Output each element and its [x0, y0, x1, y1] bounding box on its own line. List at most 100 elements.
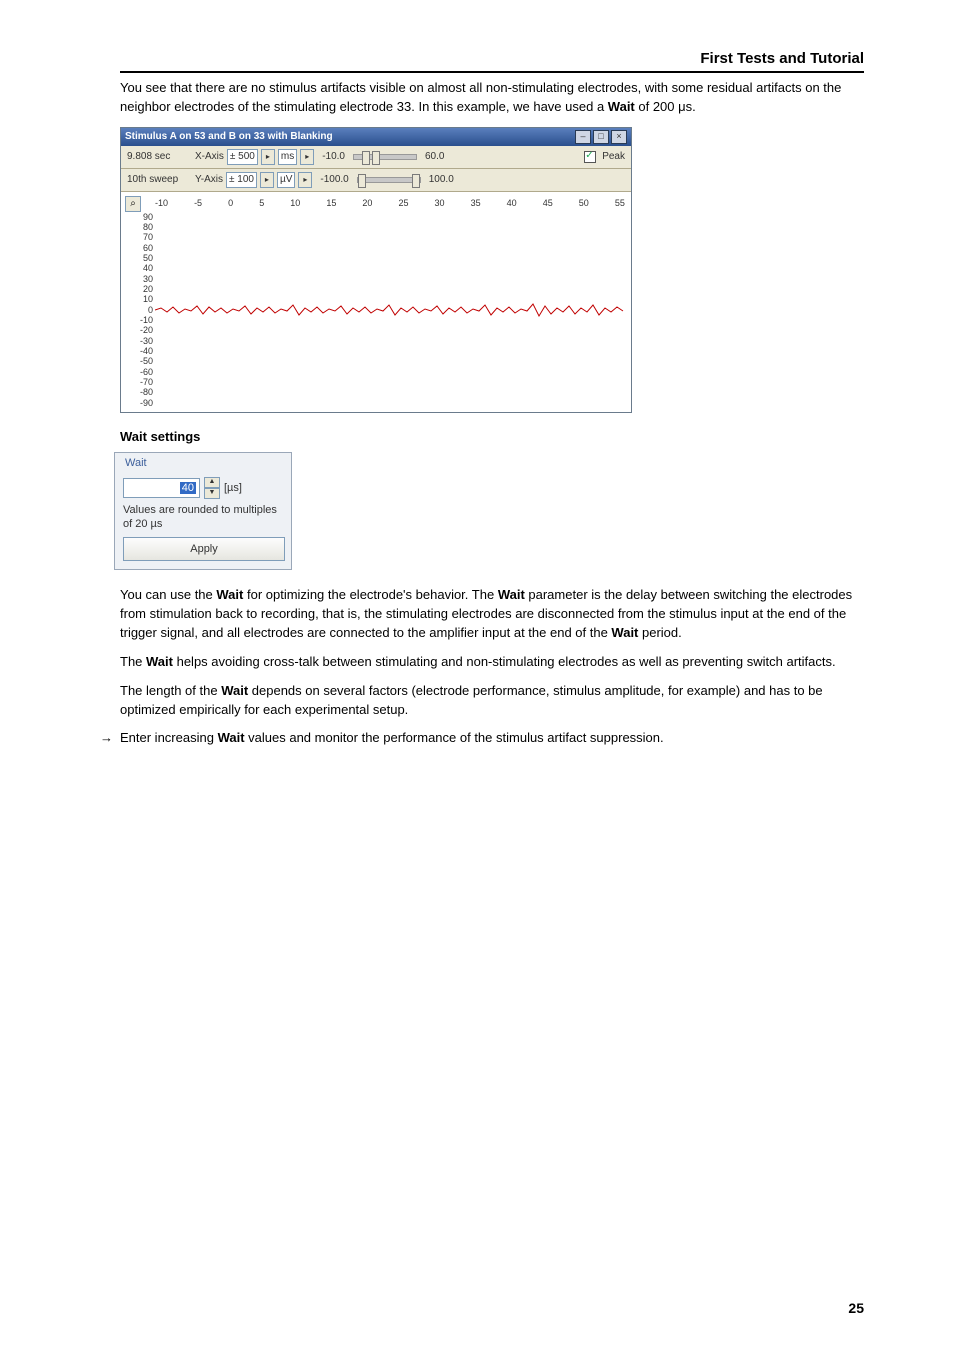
instruction-bullet: → Enter increasing Wait values and monit… [100, 729, 864, 748]
t: The length of the [120, 683, 221, 698]
t: Wait [216, 587, 243, 602]
ytick: 20 [129, 284, 153, 294]
intro-text-c: of 200 μs. [635, 99, 696, 114]
ytick: -90 [129, 398, 153, 408]
xaxis-value-field[interactable]: ± 500 [227, 149, 258, 165]
waveform-trace [155, 212, 625, 408]
t: for optimizing the electrode's behavior.… [243, 587, 497, 602]
t: You can use the [120, 587, 216, 602]
xaxis-range-slider[interactable] [353, 154, 417, 160]
zoom-icon[interactable]: ⌕ [125, 196, 141, 212]
plot-yaxis-ticks: 90 80 70 60 50 40 30 20 10 0 -10 -20 -30… [129, 212, 153, 408]
yaxis-value-field[interactable]: ± 100 [226, 172, 257, 188]
xtick: 25 [398, 198, 408, 212]
ytick: -70 [129, 377, 153, 387]
yaxis-range-slider[interactable] [357, 177, 421, 183]
wait-legend: Wait [125, 457, 283, 469]
t: Wait [221, 683, 248, 698]
wait-spinner[interactable]: ▲▼ [204, 477, 220, 499]
wait-settings-panel: Wait 40 ▲▼ [µs] Values are rounded to mu… [114, 452, 292, 571]
ytick: -60 [129, 367, 153, 377]
toolbar-row-2: 10th sweep Y-Axis ± 100 ▸ µV ▸ -100.0 10… [121, 169, 631, 192]
xtick: 55 [615, 198, 625, 212]
wait-value-input[interactable]: 40 [123, 478, 200, 498]
ytick: -10 [129, 315, 153, 325]
spinner-up-icon[interactable]: ▲ [204, 477, 220, 488]
xslider-right-value: 60.0 [425, 151, 444, 162]
header-rule [120, 71, 864, 73]
ytick: 60 [129, 243, 153, 253]
t: Enter increasing [120, 730, 218, 745]
arrow-icon: → [100, 729, 120, 748]
yaxis-unit-field[interactable]: µV [277, 172, 295, 188]
t: Wait [611, 625, 638, 640]
ytick: -20 [129, 325, 153, 335]
intro-wait-word: Wait [608, 99, 635, 114]
xtick: 30 [435, 198, 445, 212]
intro-text-a: You see that there are no stimulus artif… [120, 80, 841, 114]
ytick: 90 [129, 212, 153, 222]
apply-button[interactable]: Apply [123, 537, 285, 561]
t: Wait [146, 654, 173, 669]
xtick: 40 [507, 198, 517, 212]
yslider-left-value: -100.0 [320, 174, 348, 185]
yaxis-unit-stepper-icon[interactable]: ▸ [298, 172, 312, 188]
peak-label: Peak [602, 151, 625, 162]
ytick: -30 [129, 336, 153, 346]
t: Wait [218, 730, 245, 745]
yaxis-stepper-icon[interactable]: ▸ [260, 172, 274, 188]
t: period. [638, 625, 681, 640]
body-p2: You can use the Wait for optimizing the … [120, 586, 864, 643]
t: Wait [498, 587, 525, 602]
peak-checkbox[interactable]: ✓ [584, 151, 596, 163]
page-number: 25 [848, 1300, 864, 1316]
xslider-left-value: -10.0 [322, 151, 345, 162]
ytick: -80 [129, 387, 153, 397]
xtick: -10 [155, 198, 168, 212]
maximize-icon[interactable]: □ [593, 130, 609, 144]
spinner-down-icon[interactable]: ▼ [204, 488, 220, 499]
xtick: 50 [579, 198, 589, 212]
page-header: First Tests and Tutorial [120, 50, 864, 67]
screenshot-window: Stimulus A on 53 and B on 33 with Blanki… [120, 127, 632, 413]
xtick: 15 [326, 198, 336, 212]
window-title: Stimulus A on 53 and B on 33 with Blanki… [125, 131, 573, 142]
xtick: 0 [228, 198, 233, 212]
xtick: 35 [471, 198, 481, 212]
xtick: 20 [362, 198, 372, 212]
xaxis-label: X-Axis [195, 151, 224, 162]
ytick: 10 [129, 294, 153, 304]
xaxis-stepper-icon[interactable]: ▸ [261, 149, 275, 165]
close-icon[interactable]: × [611, 130, 627, 144]
wait-settings-heading: Wait settings [120, 429, 864, 444]
plot-xaxis-ticks: -10 -5 0 5 10 15 20 25 30 35 40 45 50 55 [155, 198, 625, 212]
ytick: -50 [129, 356, 153, 366]
body-p3: The Wait helps avoiding cross-talk betwe… [120, 653, 864, 672]
yaxis-label: Y-Axis [195, 174, 223, 185]
ytick: 80 [129, 222, 153, 232]
t: helps avoiding cross-talk between stimul… [173, 654, 836, 669]
time-readout: 9.808 sec [127, 151, 187, 162]
ytick: 70 [129, 232, 153, 242]
sweep-readout: 10th sweep [127, 174, 187, 185]
ytick: 30 [129, 274, 153, 284]
xaxis-unit-stepper-icon[interactable]: ▸ [300, 149, 314, 165]
yslider-right-value: 100.0 [429, 174, 454, 185]
intro-paragraph: You see that there are no stimulus artif… [120, 79, 864, 117]
ytick: 0 [129, 305, 153, 315]
t: values and monitor the performance of th… [245, 730, 664, 745]
xtick: 10 [290, 198, 300, 212]
xaxis-unit-field[interactable]: ms [278, 149, 297, 165]
body-p4: The length of the Wait depends on severa… [120, 682, 864, 720]
wait-note: Values are rounded to multiples of 20 µs [123, 503, 283, 532]
ytick: 40 [129, 263, 153, 273]
ytick: 50 [129, 253, 153, 263]
t: The [120, 654, 146, 669]
toolbar-row-1: 9.808 sec X-Axis ± 500 ▸ ms ▸ -10.0 60.0… [121, 146, 631, 169]
xtick: 5 [259, 198, 264, 212]
xtick: 45 [543, 198, 553, 212]
minimize-icon[interactable]: – [575, 130, 591, 144]
plot-area: ⌕ -10 -5 0 5 10 15 20 25 30 35 40 45 50 … [121, 192, 631, 412]
ytick: -40 [129, 346, 153, 356]
wait-unit-label: [µs] [224, 482, 242, 494]
